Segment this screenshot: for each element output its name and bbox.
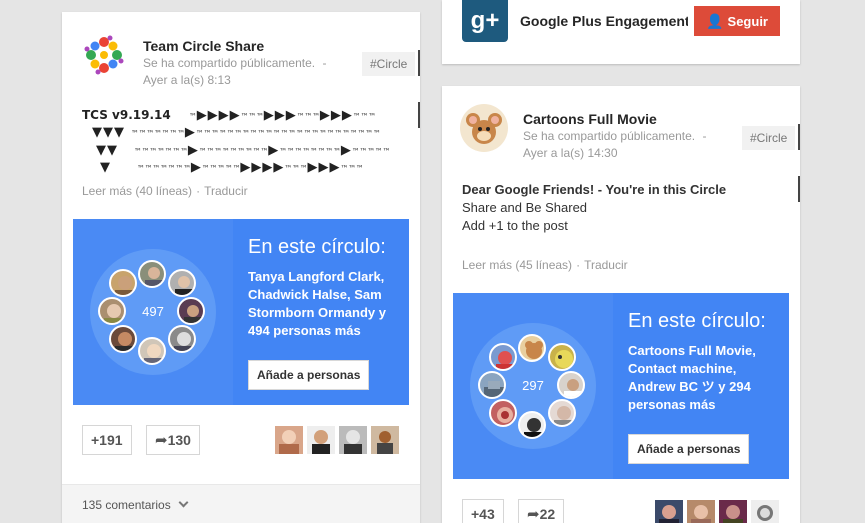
tcs-line-4: ▼ ™™™™™™™▶™™™™™▶▶▶▶™™™▶▶▶™™™ [100,160,364,175]
share-button[interactable]: ➦130 [146,425,200,455]
circle-share-box: 297 En este círculo: Cartoons Full Movie… [453,293,789,479]
scroll-marker [418,102,420,128]
pluser-avatar[interactable] [687,500,715,523]
circle-avatars-panel: 497 [73,219,233,405]
plusers-list [275,426,399,454]
member-avatar [138,337,166,365]
member-avatar [109,325,137,353]
tcs-line-3: ▼▼ ™™™™™™™▶™™™™™™™™™▶™™™™™™™™▶™™™™™ [96,143,391,158]
post-visibility: Se ha compartido públicamente. - [143,55,326,72]
post-line-2: Share and Be Shared [462,200,588,215]
pluser-avatar[interactable] [655,500,683,523]
svg-text:g+: g+ [471,7,500,34]
follow-button[interactable]: 👤 Seguir [694,6,780,36]
team-circle-avatar[interactable] [80,31,128,79]
pluser-avatar[interactable] [719,500,747,523]
tcs-title: TCS v9.19.14 [82,108,171,122]
circle-member-count: 297 [522,378,544,393]
circle-title: En este círculo: [628,310,766,332]
comments-count: 135 comentarios [82,498,171,512]
pluser-avatar[interactable] [307,426,335,454]
circle-members-text: Tanya Langford Clark, Chadwick Halse, Sa… [248,269,386,338]
tcs-line-2: ▼▼▼ ™™™™™™™▶™™™™™™™™™™™™™™™™™™™™™™™™ [92,125,381,140]
pluser-avatar[interactable] [751,500,779,523]
member-avatar [489,343,517,371]
circle-title: En este círculo: [248,236,386,258]
read-more-link[interactable]: Leer más (40 líneas) [82,184,192,198]
hashtag-badge[interactable]: #Circle [742,126,796,150]
member-avatar [518,411,546,439]
member-avatar [168,269,196,297]
post-visibility: Se ha compartido públicamente. - [523,128,706,145]
post-author[interactable]: Cartoons Full Movie [523,111,657,127]
post-card-team-circle-share: Team Circle Share Se ha compartido públi… [62,12,420,523]
cartoons-avatar[interactable] [460,104,508,152]
post-line-1: Dear Google Friends! - You're in this Ci… [462,182,727,197]
member-avatar [98,297,126,325]
follow-label: Seguir [727,14,768,29]
post-links: Leer más (45 líneas) · Traducir [462,258,628,272]
pluser-avatar[interactable] [275,426,303,454]
add-person-icon: 👤 [706,13,724,29]
hashtag-badge[interactable]: #Circle [362,52,416,76]
pluser-avatar[interactable] [339,426,367,454]
visibility-text: Se ha compartido públicamente. [523,129,696,143]
google-plus-avatar[interactable]: g+ [462,0,508,42]
comments-bar[interactable]: 135 comentarios [62,484,420,523]
circle-share-box: 497 En este círculo: Tanya Langford Clar… [73,219,409,405]
scroll-marker [418,50,420,76]
meta-dash: - [702,129,707,143]
chevron-down-icon [178,497,189,508]
circle-avatars-panel: 297 [453,293,613,479]
share-count: 130 [167,432,191,448]
post-author[interactable]: Google Plus Engagement C [520,13,688,29]
share-icon: ➦ [155,432,168,449]
member-avatar [138,260,166,288]
member-avatar [518,334,546,362]
member-avatar [557,371,585,399]
member-avatar [548,343,576,371]
scroll-marker [798,124,800,150]
tcs-line-1: TCS v9.19.14 ™▶▶▶▶™™™▶▶▶™™™▶▶▶™™™ [82,108,377,123]
post-links: Leer más (40 líneas) · Traducir [82,184,248,198]
share-count: 22 [539,506,556,522]
member-avatar [177,297,205,325]
member-avatar [478,371,506,399]
post-line-3: Add +1 to the post [462,218,568,233]
plus-one-button[interactable]: +191 [82,425,132,455]
post-timestamp[interactable]: Ayer a la(s) 14:30 [523,145,618,162]
member-avatar [168,325,196,353]
pluser-avatar[interactable] [371,426,399,454]
share-icon: ➦ [527,506,540,523]
circle-members-text: Cartoons Full Movie, Contact machine, An… [628,343,756,412]
scroll-marker [798,176,800,202]
circle-member-count: 497 [142,304,164,319]
post-timestamp[interactable]: Ayer a la(s) 8:13 [143,72,231,89]
translate-link[interactable]: Traducir [584,258,628,272]
visibility-text: Se ha compartido públicamente. [143,56,316,70]
post-card-google-plus-engagement: g+ Google Plus Engagement C 👤 Seguir [442,0,800,64]
add-to-people-button[interactable]: Añade a personas [248,360,370,390]
member-avatar [489,399,517,427]
add-to-people-button[interactable]: Añade a personas [628,434,750,464]
plus-one-button[interactable]: +43 [462,499,504,523]
plusers-list [655,500,779,523]
share-button[interactable]: ➦22 [518,499,565,523]
post-author[interactable]: Team Circle Share [143,38,264,54]
translate-link[interactable]: Traducir [204,184,248,198]
post-body: Dear Google Friends! - You're in this Ci… [462,181,726,235]
read-more-link[interactable]: Leer más (45 líneas) [462,258,572,272]
meta-dash: - [322,56,327,70]
post-card-cartoons-full-movie: Cartoons Full Movie Se ha compartido púb… [442,86,800,523]
member-avatar [109,269,137,297]
member-avatar [548,399,576,427]
